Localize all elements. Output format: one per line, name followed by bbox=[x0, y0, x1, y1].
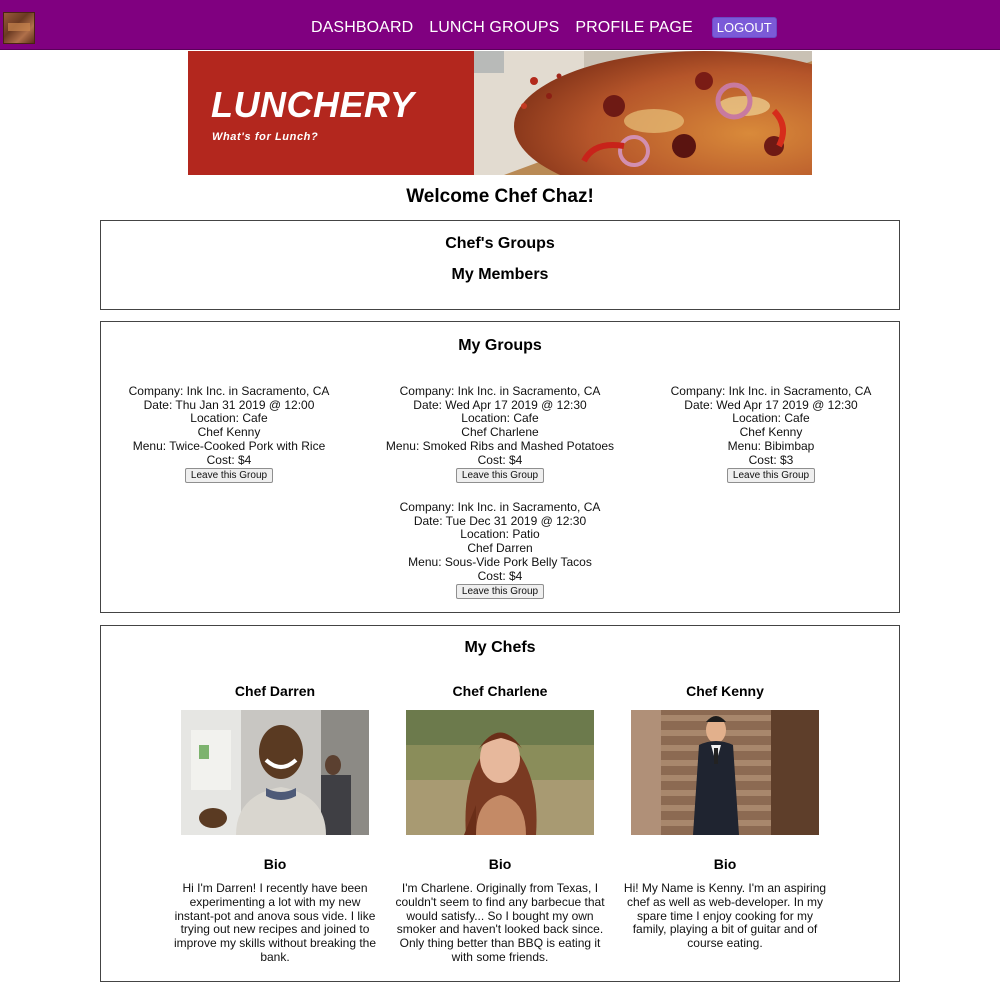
group-company: Company: Ink Inc. in Sacramento, CA bbox=[128, 384, 330, 398]
group-date: Date: Wed Apr 17 2019 @ 12:30 bbox=[413, 397, 587, 412]
chef-bio: Hi! My Name is Kenny. I'm an aspiring ch… bbox=[623, 881, 827, 951]
banner-red-panel: LUNCHERY What's for Lunch? bbox=[188, 51, 474, 175]
chef-name: Chef Kenny bbox=[686, 683, 764, 699]
group-location: Location: Patio bbox=[460, 527, 540, 542]
chef-card: Chef Charlene Bio I'm Charlene. Original… bbox=[395, 683, 605, 973]
nav-dashboard-link[interactable]: DASHBOARD bbox=[311, 19, 413, 37]
leave-group-button[interactable]: Leave this Group bbox=[726, 468, 816, 484]
group-company: Company: Ink Inc. in Sacramento, CA bbox=[399, 500, 601, 514]
group-cost: Cost: $4 bbox=[477, 568, 523, 583]
nav-links: DASHBOARD LUNCH GROUPS PROFILE PAGE LOGO… bbox=[311, 17, 777, 38]
chef-name: Chef Charlene bbox=[452, 683, 548, 699]
bio-heading: Bio bbox=[713, 856, 737, 872]
group-menu: Menu: Twice-Cooked Pork with Rice bbox=[132, 438, 326, 453]
top-navbar: DASHBOARD LUNCH GROUPS PROFILE PAGE LOGO… bbox=[0, 0, 1000, 50]
lunchery-banner: LUNCHERY What's for Lunch? bbox=[188, 51, 812, 175]
chefs-groups-panel: Chef's Groups My Members bbox=[100, 220, 900, 310]
group-date: Date: Wed Apr 17 2019 @ 12:30 bbox=[684, 397, 858, 412]
group-company: Company: Ink Inc. in Sacramento, CA bbox=[399, 384, 601, 398]
chef-kenny-photo bbox=[631, 710, 819, 835]
banner-subtitle: What's for Lunch? bbox=[212, 131, 319, 143]
my-members-heading[interactable]: My Members bbox=[101, 266, 899, 284]
group-chef: Chef Charlene bbox=[461, 425, 539, 440]
group-card: Company: Ink Inc. in Sacramento, CA Date… bbox=[370, 384, 630, 484]
group-company: Company: Ink Inc. in Sacramento, CA bbox=[670, 384, 872, 398]
chef-card: Chef Darren Bio Hi I'm Darren! I recentl… bbox=[170, 683, 380, 973]
group-cost: Cost: $4 bbox=[477, 452, 523, 467]
group-location: Location: Cafe bbox=[461, 411, 539, 426]
group-menu: Menu: Bibimbap bbox=[727, 438, 815, 453]
my-chefs-panel: My Chefs Chef Darren Bio Hi I'm Darren! … bbox=[100, 625, 900, 982]
pizza-photo bbox=[474, 51, 812, 175]
group-location: Location: Cafe bbox=[732, 411, 810, 426]
group-chef: Chef Kenny bbox=[739, 425, 803, 440]
chef-bio: I'm Charlene. Originally from Texas, I c… bbox=[395, 881, 605, 964]
welcome-heading: Welcome Chef Chaz! bbox=[406, 186, 594, 207]
logout-button[interactable]: LOGOUT bbox=[711, 17, 777, 38]
chefs-groups-heading[interactable]: Chef's Groups bbox=[101, 235, 899, 253]
chef-name: Chef Darren bbox=[234, 683, 316, 699]
group-card: Company: Ink Inc. in Sacramento, CA Date… bbox=[641, 384, 901, 484]
leave-group-button[interactable]: Leave this Group bbox=[455, 584, 545, 600]
bio-heading: Bio bbox=[263, 856, 287, 872]
leave-group-button[interactable]: Leave this Group bbox=[184, 468, 274, 484]
group-cost: Cost: $4 bbox=[206, 452, 252, 467]
group-cost: Cost: $3 bbox=[748, 452, 794, 467]
group-chef: Chef Kenny bbox=[197, 425, 261, 440]
group-menu: Menu: Sous-Vide Pork Belly Tacos bbox=[408, 554, 592, 569]
bio-heading: Bio bbox=[488, 856, 512, 872]
group-chef: Chef Darren bbox=[467, 541, 533, 556]
nav-lunch-groups-link[interactable]: LUNCH GROUPS bbox=[429, 19, 559, 37]
group-location: Location: Cafe bbox=[190, 411, 268, 426]
group-date: Date: Thu Jan 31 2019 @ 12:00 bbox=[143, 397, 315, 412]
group-card: Company: Ink Inc. in Sacramento, CA Date… bbox=[370, 500, 630, 600]
group-menu: Menu: Smoked Ribs and Mashed Potatoes bbox=[385, 438, 615, 453]
chef-darren-photo bbox=[181, 710, 369, 835]
banner-title: LUNCHERY bbox=[211, 84, 415, 125]
nav-profile-page-link[interactable]: PROFILE PAGE bbox=[575, 19, 692, 37]
chef-card: Chef Kenny Bio Hi! My Name is Kenny. I'm… bbox=[620, 683, 830, 973]
chef-charlene-photo bbox=[406, 710, 594, 835]
chef-bio: Hi I'm Darren! I recently have been expe… bbox=[173, 881, 377, 964]
my-groups-heading: My Groups bbox=[458, 337, 542, 354]
group-date: Date: Tue Dec 31 2019 @ 12:30 bbox=[413, 513, 587, 528]
lunchery-logo-icon[interactable] bbox=[3, 12, 35, 44]
my-groups-panel: My Groups Company: Ink Inc. in Sacrament… bbox=[100, 321, 900, 613]
leave-group-button[interactable]: Leave this Group bbox=[455, 468, 545, 484]
my-chefs-heading: My Chefs bbox=[464, 639, 536, 656]
group-card: Company: Ink Inc. in Sacramento, CA Date… bbox=[99, 384, 359, 484]
